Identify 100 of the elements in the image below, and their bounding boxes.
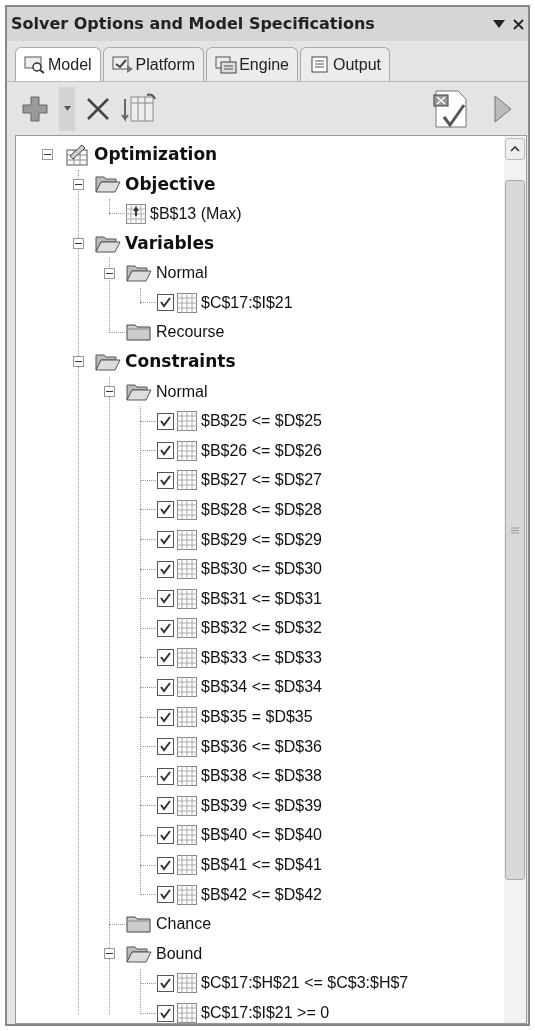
tree-label: Variables: [125, 231, 215, 255]
collapse-toggle[interactable]: [104, 948, 115, 960]
scroll-thumb[interactable]: [505, 180, 525, 880]
magnifier-window-icon: [24, 55, 46, 74]
play-icon[interactable]: [492, 92, 514, 125]
scrollbar[interactable]: [504, 136, 526, 1023]
tree-label: Objective: [125, 172, 216, 196]
tree-label: $B$25 <= $D$25: [201, 411, 322, 432]
check-icon: [159, 888, 172, 902]
checkbox[interactable]: [157, 708, 174, 726]
tree-label: Normal: [156, 263, 208, 284]
close-icon[interactable]: [513, 18, 524, 30]
window-arrow-icon: [111, 55, 134, 74]
checkbox[interactable]: [157, 412, 174, 430]
tree-label: $B$27 <= $D$27: [201, 470, 322, 491]
checkbox[interactable]: [157, 767, 174, 785]
check-icon: [159, 533, 172, 546]
folder-icon: [126, 914, 152, 935]
check-icon: [159, 503, 172, 517]
grid-icon: [177, 470, 197, 491]
collapse-toggle[interactable]: [73, 238, 84, 250]
grip-icon: [511, 526, 519, 534]
grid-icon: [177, 292, 197, 313]
checkbox[interactable]: [157, 471, 174, 489]
grid-arrow-icon: [126, 204, 146, 224]
grid-icon: [177, 411, 197, 432]
checkbox[interactable]: [157, 1004, 174, 1022]
grid-icon: [177, 529, 197, 550]
grid-icon: [177, 795, 197, 816]
open-folder-icon: [126, 943, 152, 964]
checkbox[interactable]: [157, 886, 174, 904]
dropdown-icon[interactable]: [493, 20, 505, 28]
check-icon: [159, 828, 172, 842]
check-icon: [159, 562, 172, 576]
tree-label: Chance: [156, 914, 212, 935]
tree-label: $B$30 <= $D$30: [201, 559, 322, 580]
grid-icon: [177, 647, 197, 668]
checkbox[interactable]: [157, 442, 174, 460]
tab[interactable]: Engine: [206, 47, 298, 81]
check-icon: [159, 740, 172, 754]
checkbox[interactable]: [157, 974, 174, 992]
document-icon: [309, 55, 331, 74]
checkbox[interactable]: [157, 679, 174, 696]
grid-icon: [177, 825, 197, 846]
grid-icon: [177, 440, 197, 461]
scroll-up-button[interactable]: [505, 138, 525, 160]
checkbox[interactable]: [157, 560, 174, 578]
tree-label: $B$40 <= $D$40: [201, 825, 322, 846]
tree-label: $B$13 (Max): [150, 204, 242, 224]
checkbox[interactable]: [157, 856, 174, 874]
collapse-toggle[interactable]: [104, 267, 115, 279]
checkbox[interactable]: [157, 590, 174, 608]
tree-label: $B$31 <= $D$31: [201, 588, 322, 609]
open-folder-icon: [95, 174, 121, 195]
collapse-toggle[interactable]: [73, 356, 84, 368]
open-folder-icon: [126, 381, 152, 402]
checkbox[interactable]: [157, 294, 174, 312]
grid-icon: [177, 766, 197, 787]
tab[interactable]: Platform: [102, 47, 205, 81]
grid-icon: [177, 973, 197, 994]
checkbox[interactable]: [157, 501, 174, 519]
tree-label: Bound: [156, 943, 203, 964]
checkbox[interactable]: [157, 649, 174, 667]
grid-icon: [177, 499, 197, 520]
check-icon: [159, 296, 172, 310]
grid-icon: [177, 884, 197, 905]
add-icon[interactable]: [21, 94, 49, 123]
dropdown-arrow-button[interactable]: [59, 86, 75, 131]
tab[interactable]: Output: [300, 47, 390, 81]
tree-label: $B$33 <= $D$33: [201, 647, 322, 668]
windows-icon: [215, 55, 238, 74]
check-icon: [159, 444, 172, 458]
tree-label: $B$38 <= $D$38: [201, 766, 322, 787]
collapse-toggle[interactable]: [104, 386, 115, 398]
collapse-toggle[interactable]: [42, 149, 53, 161]
window-title: Solver Options and Model Specifications: [11, 13, 376, 35]
tree-label: $B$32 <= $D$32: [201, 618, 322, 639]
check-icon: [159, 651, 172, 665]
chevron-up-icon: [510, 146, 520, 152]
checkbox[interactable]: [157, 826, 174, 844]
folder-icon: [126, 322, 152, 343]
grid-icon: [177, 677, 197, 698]
checkbox[interactable]: [157, 531, 174, 548]
check-icon: [159, 769, 172, 783]
grid-icon: [177, 855, 197, 876]
checkbox[interactable]: [157, 738, 174, 756]
check-icon: [159, 976, 172, 990]
checkbox[interactable]: [157, 619, 174, 637]
delete-icon[interactable]: [85, 95, 111, 122]
spreadsheet-check-icon[interactable]: [432, 88, 468, 129]
tree-label: $B$35 = $D$35: [201, 707, 313, 728]
tree-label: $B$34 <= $D$34: [201, 677, 322, 698]
check-icon: [159, 592, 172, 606]
collapse-toggle[interactable]: [73, 178, 84, 190]
check-icon: [159, 1006, 172, 1020]
checkbox[interactable]: [157, 797, 174, 815]
open-folder-icon: [95, 351, 121, 372]
check-icon: [159, 710, 172, 724]
tab[interactable]: Model: [15, 47, 101, 81]
grid-icon: [177, 707, 197, 728]
